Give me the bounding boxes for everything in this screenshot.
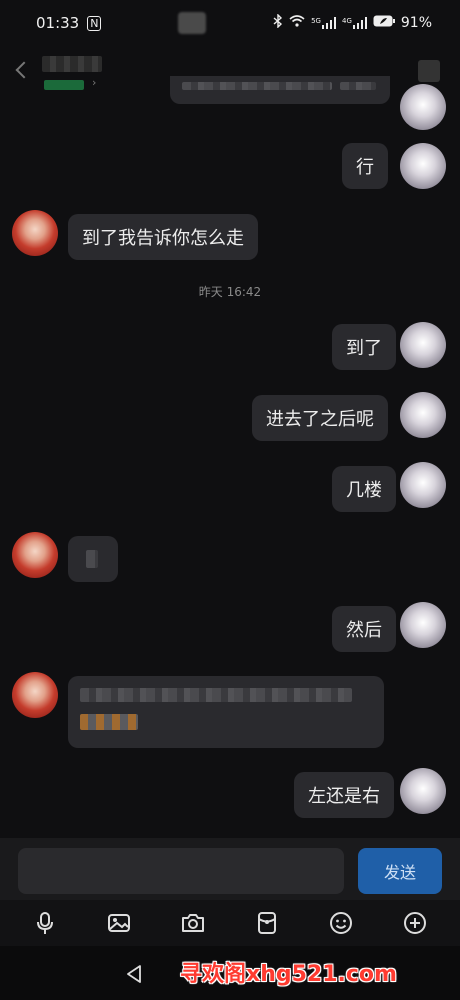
avatar[interactable] <box>12 672 58 718</box>
message-bubble[interactable]: 到了 <box>332 324 396 370</box>
redacted-text <box>340 82 376 90</box>
battery-level: 91% <box>400 15 432 31</box>
message-text: 到了 <box>346 338 382 359</box>
message-text: 行 <box>356 157 374 178</box>
message-list[interactable]: 行 到了我告诉你怎么走 昨天 16:42 到了 进去了之后呢 几楼 然后 左还是… <box>0 76 460 838</box>
send-label: 发送 <box>383 863 416 882</box>
nfc-icon: N <box>87 15 102 31</box>
contact-name-redacted[interactable] <box>42 56 102 72</box>
more-menu-redacted[interactable] <box>418 60 440 82</box>
image-icon[interactable] <box>104 908 134 938</box>
chevron-right-icon[interactable]: › <box>92 76 96 89</box>
status-notification-icon <box>178 12 206 34</box>
avatar[interactable] <box>400 602 446 648</box>
avatar[interactable] <box>400 768 446 814</box>
camera-icon[interactable] <box>178 908 208 938</box>
avatar[interactable] <box>400 143 446 189</box>
message-bubble-redacted[interactable] <box>170 76 390 104</box>
redacted-text <box>182 82 332 90</box>
avatar[interactable] <box>400 462 446 508</box>
avatar[interactable] <box>400 392 446 438</box>
message-bubble[interactable]: 行 <box>342 143 388 189</box>
signal-5g-icon: 5G <box>311 17 336 29</box>
avatar[interactable] <box>400 84 446 130</box>
avatar[interactable] <box>12 532 58 578</box>
message-text: 到了我告诉你怎么走 <box>82 228 244 249</box>
message-text: 然后 <box>346 620 382 641</box>
status-left: 01:33 N <box>36 14 102 32</box>
bluetooth-icon <box>273 13 283 32</box>
nav-back-icon[interactable] <box>124 964 144 988</box>
message-text: 几楼 <box>346 480 382 501</box>
message-text: 左还是右 <box>308 786 380 807</box>
message-bubble-redacted[interactable] <box>68 536 118 582</box>
signal-4g-icon: 4G <box>342 17 367 29</box>
send-button[interactable]: 发送 <box>358 848 442 894</box>
message-bubble[interactable]: 左还是右 <box>294 772 394 818</box>
battery-icon <box>373 15 395 31</box>
redacted-text <box>80 688 352 702</box>
watermark-text: 寻欢阁xhg521.com <box>180 962 397 987</box>
message-timestamp: 昨天 16:42 <box>198 285 262 299</box>
redacted-text <box>86 550 98 568</box>
redacted-text <box>80 714 138 730</box>
message-bubble[interactable]: 进去了之后呢 <box>252 395 388 441</box>
plus-icon[interactable] <box>400 908 430 938</box>
status-bar: 01:33 N 5G 4G 91% <box>0 0 460 46</box>
message-bubble[interactable]: 然后 <box>332 606 396 652</box>
message-text: 进去了之后呢 <box>266 409 374 430</box>
wifi-icon <box>289 15 305 31</box>
contact-status-redacted <box>44 80 84 90</box>
red-packet-icon[interactable] <box>252 908 282 938</box>
emoji-icon[interactable] <box>326 908 356 938</box>
message-input[interactable] <box>18 848 344 894</box>
message-bubble[interactable]: 到了我告诉你怎么走 <box>68 214 258 260</box>
back-arrow-icon[interactable] <box>15 61 33 79</box>
input-bar: 发送 <box>0 838 460 900</box>
microphone-icon[interactable] <box>30 908 60 938</box>
input-toolbar <box>0 900 460 946</box>
avatar[interactable] <box>12 210 58 256</box>
status-right: 5G 4G 91% <box>273 13 432 32</box>
message-bubble[interactable]: 几楼 <box>332 466 396 512</box>
clock: 01:33 <box>36 14 80 32</box>
message-bubble-redacted[interactable] <box>68 676 384 748</box>
avatar[interactable] <box>400 322 446 368</box>
